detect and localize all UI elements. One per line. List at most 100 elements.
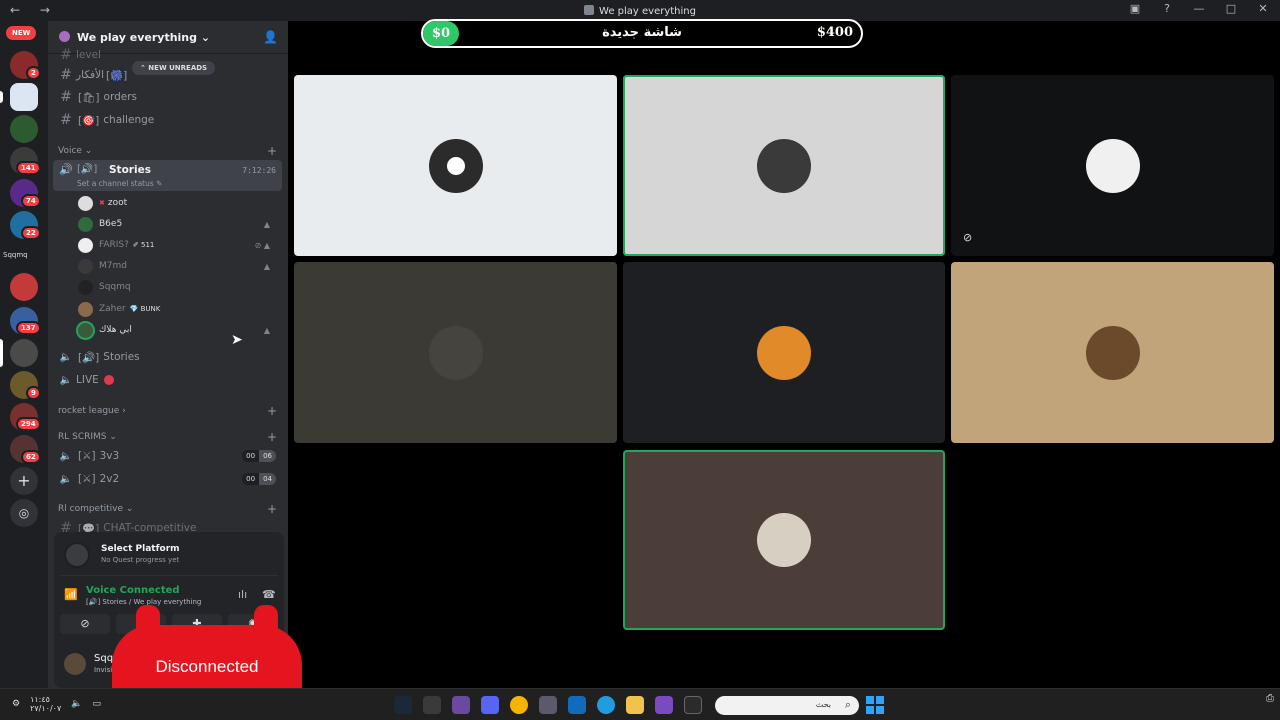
new-unreads-button[interactable]: ⌃ NEW UNREADS: [132, 61, 216, 75]
noise-suppression-icon[interactable]: ılı: [238, 588, 247, 601]
active-voice-channel[interactable]: 🔊 [🔊] Stories Set a channel status ✎ 7:1…: [53, 160, 282, 191]
channel-row[interactable]: # [🎯] challenge: [56, 110, 282, 130]
voice-channel[interactable]: 🔈 [⚔] 2v2 00 04: [56, 469, 282, 489]
avatar: [428, 325, 483, 380]
server-icon[interactable]: [10, 339, 38, 367]
window-controls: ▣ ? — □ ✕: [1128, 2, 1270, 15]
app-icon[interactable]: [684, 696, 702, 714]
camera-off-button[interactable]: ⊘: [60, 614, 110, 634]
add-server-icon[interactable]: +: [10, 467, 38, 495]
display-icon[interactable]: ▭: [92, 699, 101, 709]
app-icon[interactable]: [655, 696, 673, 714]
clock[interactable]: ١١:٤٥ ٢٧/١٠/٠٧: [30, 695, 61, 713]
video-tile[interactable]: [623, 262, 945, 443]
avatar: [757, 325, 811, 380]
app-icon[interactable]: [452, 696, 470, 714]
console-icon: ▲: [263, 219, 270, 229]
channel-row[interactable]: # [🛍] orders: [56, 87, 282, 107]
add-channel-icon[interactable]: +: [267, 502, 277, 516]
app-icon[interactable]: [423, 696, 441, 714]
new-badge[interactable]: NEW: [6, 26, 37, 40]
voice-member[interactable]: ابي هلاك ▲: [78, 320, 282, 340]
minimize-icon[interactable]: —: [1192, 2, 1206, 15]
video-tile[interactable]: [294, 262, 617, 443]
server-icon[interactable]: [10, 273, 38, 301]
add-channel-icon[interactable]: +: [267, 144, 277, 158]
server-icon[interactable]: [10, 115, 38, 143]
voice-member[interactable]: Sqqmq: [78, 277, 282, 297]
avatar[interactable]: [64, 653, 86, 675]
console-icon: ▲: [263, 325, 270, 335]
user-limit-counter: 00 06: [242, 450, 276, 462]
mention-badge: 294: [16, 417, 41, 431]
stream-price-bar: $0 شاشة جديدة $400: [421, 19, 863, 48]
network-icon[interactable]: ⚙: [12, 699, 20, 709]
app-icon[interactable]: [539, 696, 557, 714]
inbox-icon[interactable]: ▣: [1128, 2, 1142, 15]
voice-category[interactable]: Voice ⌄ +: [58, 144, 277, 158]
channel-name: level: [76, 49, 101, 61]
notification-icon[interactable]: ⎙: [1266, 693, 1274, 704]
voice-channel[interactable]: 🔈 [⚔] 3v3 00 06: [56, 446, 282, 466]
voice-connected-label[interactable]: Voice Connected: [86, 585, 180, 596]
category-rocket-league[interactable]: rocket league › +: [58, 404, 277, 418]
avatar: [78, 279, 93, 295]
voice-member[interactable]: ✖ zoot: [78, 193, 282, 213]
search-icon: ⌕: [844, 698, 851, 711]
disconnect-icon[interactable]: ☎: [262, 588, 276, 601]
bar-title: شاشة جديدة: [602, 25, 682, 40]
avatar: [78, 322, 93, 338]
avatar: [1085, 325, 1140, 380]
signal-icon[interactable]: 📶: [64, 588, 78, 601]
volume-icon[interactable]: 🔈: [71, 699, 82, 709]
server-name[interactable]: We play everything ⌄: [77, 31, 210, 44]
speaker-icon: 🔈: [59, 473, 73, 485]
channel-bracket: [🔊]: [77, 164, 98, 175]
video-tile[interactable]: ⊘: [951, 75, 1274, 256]
close-icon[interactable]: ✕: [1256, 2, 1270, 15]
server-icon[interactable]: [10, 83, 38, 111]
avatar: [1085, 138, 1140, 193]
category-rl-scrims[interactable]: RL SCRIMS ⌄ +: [58, 430, 277, 444]
voice-channel[interactable]: 🔈 LIVE: [56, 370, 282, 390]
video-tile[interactable]: [294, 75, 617, 256]
avatar: [78, 237, 93, 253]
voice-member[interactable]: Zaher 💎 BUNK: [78, 299, 282, 319]
muted-icon: ⊘ ▲: [254, 240, 270, 250]
discover-icon[interactable]: ◎: [10, 499, 38, 527]
quest-card[interactable]: Select Platform No Quest progress yet: [60, 536, 278, 576]
channel-status-button[interactable]: Set a channel status ✎: [77, 179, 162, 188]
add-channel-icon[interactable]: +: [267, 404, 277, 418]
edge-icon[interactable]: [597, 696, 615, 714]
muted-icon: ⊘: [963, 231, 973, 244]
voice-member[interactable]: M7md ▲: [78, 256, 282, 276]
file-explorer-icon[interactable]: [626, 696, 644, 714]
start-button[interactable]: [866, 696, 884, 714]
category-rl-competitive[interactable]: Rl competitive ⌄ +: [58, 502, 277, 516]
chrome-icon[interactable]: [510, 696, 528, 714]
server-badge-icon: [59, 31, 70, 42]
window-title-text: We play everything: [599, 6, 696, 17]
video-tile[interactable]: [951, 262, 1274, 443]
discord-icon[interactable]: [481, 696, 499, 714]
selected-pill: [0, 339, 3, 367]
voice-member[interactable]: B6e5 ▲: [78, 214, 282, 234]
help-icon[interactable]: ?: [1160, 2, 1174, 15]
voice-member[interactable]: FARIS? ✐ 511 ⊘ ▲: [78, 235, 282, 255]
taskbar-search[interactable]: بحث ⌕: [715, 696, 859, 715]
user-limit-counter: 00 04: [242, 473, 276, 485]
store-icon[interactable]: [568, 696, 586, 714]
channel-name: challenge: [103, 114, 155, 126]
mention-badge: 74: [21, 194, 41, 208]
voice-channel[interactable]: 🔈 [🔊] Stories: [56, 347, 282, 367]
avatar: [428, 138, 483, 193]
video-tile-speaking[interactable]: [623, 75, 945, 256]
video-tile-speaking[interactable]: [623, 450, 945, 630]
member-tag: ✐ 511: [132, 241, 155, 249]
add-channel-icon[interactable]: +: [267, 430, 277, 444]
maximize-icon[interactable]: □: [1224, 2, 1238, 15]
add-member-icon[interactable]: 👤: [263, 30, 278, 44]
steam-icon[interactable]: [394, 696, 412, 714]
mouse-cursor-icon: ➤: [231, 332, 243, 348]
channel-name: orders: [103, 91, 137, 103]
